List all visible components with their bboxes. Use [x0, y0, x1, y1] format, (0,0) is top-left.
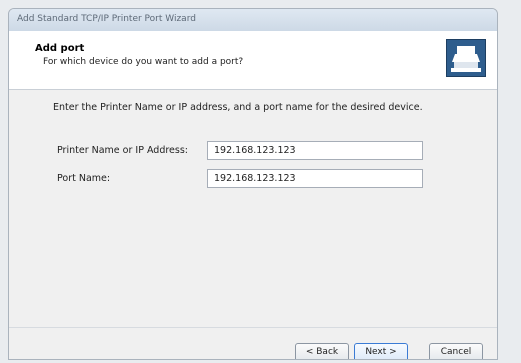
- printer-name-label: Printer Name or IP Address:: [57, 145, 188, 156]
- back-button[interactable]: < Back: [295, 343, 349, 359]
- title-bar: Add Standard TCP/IP Printer Port Wizard: [9, 9, 497, 32]
- footer-divider: [9, 327, 497, 328]
- instructions-text: Enter the Printer Name or IP address, an…: [53, 102, 423, 113]
- cancel-button[interactable]: Cancel: [429, 343, 483, 359]
- next-button[interactable]: Next >: [354, 343, 408, 359]
- printer-name-input[interactable]: [207, 141, 423, 160]
- page-subtitle: For which device do you want to add a po…: [43, 57, 244, 67]
- wizard-header: Add port For which device do you want to…: [9, 31, 497, 90]
- wizard-window: Add Standard TCP/IP Printer Port Wizard …: [8, 8, 498, 360]
- page-title: Add port: [35, 43, 85, 54]
- window-title: Add Standard TCP/IP Printer Port Wizard: [17, 14, 196, 24]
- port-name-input[interactable]: [207, 169, 423, 188]
- printer-network-icon: [446, 39, 486, 77]
- port-name-label: Port Name:: [57, 173, 111, 184]
